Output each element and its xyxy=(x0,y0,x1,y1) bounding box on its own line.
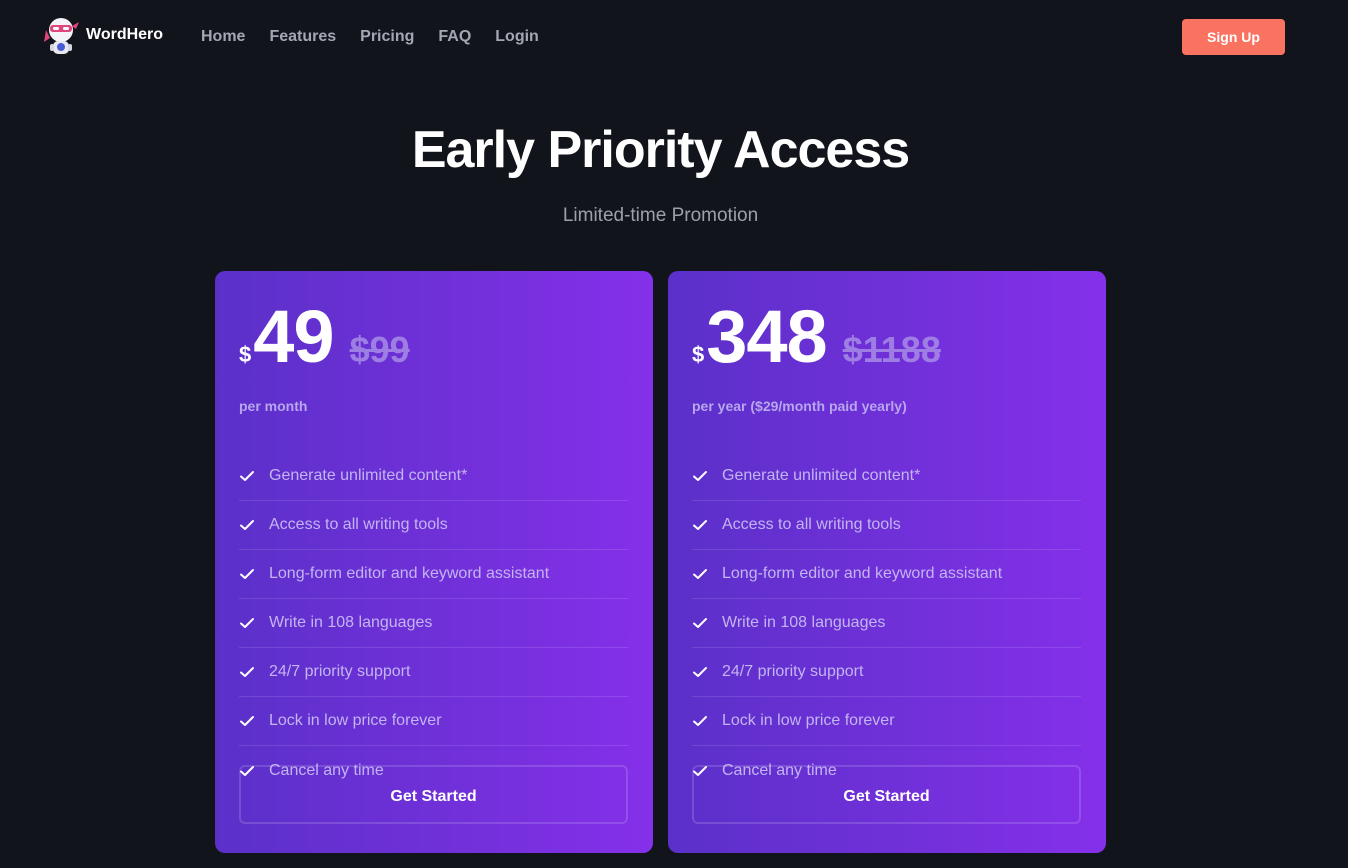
currency-symbol: $ xyxy=(692,342,705,367)
top-navbar: WordHero Home Features Pricing FAQ Login… xyxy=(0,0,1348,75)
nav-link-home[interactable]: Home xyxy=(201,27,245,47)
brand-name: WordHero xyxy=(86,26,164,43)
page-title: Early Priority Access xyxy=(411,121,910,179)
feature-list: Generate unlimited content* Access to al… xyxy=(239,452,628,795)
check-icon xyxy=(693,667,707,677)
check-icon xyxy=(240,716,254,726)
pricing-card-yearly: $ 348 $1188 per year ($29/month paid yea… xyxy=(668,271,1106,853)
nav-link-login[interactable]: Login xyxy=(495,27,539,47)
get-started-button[interactable]: Get Started xyxy=(239,765,628,824)
feature-item: Access to all writing tools xyxy=(239,501,628,550)
feature-item: Write in 108 languages xyxy=(239,599,628,648)
check-icon xyxy=(693,471,707,481)
check-icon xyxy=(240,569,254,579)
price-row: $ 348 $1188 xyxy=(692,297,941,377)
brand-logo[interactable]: WordHero xyxy=(42,16,163,58)
check-icon xyxy=(240,520,254,530)
feature-item: Lock in low price forever xyxy=(239,697,628,746)
price-value: 49 xyxy=(253,295,334,378)
nav-links: Home Features Pricing FAQ Login xyxy=(201,27,539,47)
feature-text: Access to all writing tools xyxy=(269,516,448,533)
feature-text: Long-form editor and keyword assistant xyxy=(722,565,1003,582)
price-value: 348 xyxy=(706,295,827,378)
feature-text: Generate unlimited content* xyxy=(722,467,921,484)
check-icon xyxy=(693,618,707,628)
feature-text: 24/7 priority support xyxy=(722,663,864,680)
currency-symbol: $ xyxy=(239,342,252,367)
check-icon xyxy=(240,618,254,628)
check-icon xyxy=(693,716,707,726)
page-subtitle: Limited-time Promotion xyxy=(562,205,759,226)
feature-text: 24/7 priority support xyxy=(269,663,411,680)
ninja-robot-icon xyxy=(44,18,79,54)
feature-item: 24/7 priority support xyxy=(239,648,628,697)
feature-item: 24/7 priority support xyxy=(692,648,1081,697)
sign-up-button[interactable]: Sign Up xyxy=(1182,19,1285,55)
feature-text: Write in 108 languages xyxy=(269,614,433,631)
billing-period: per year ($29/month paid yearly) xyxy=(692,398,907,414)
feature-item: Generate unlimited content* xyxy=(239,452,628,501)
feature-item: Long-form editor and keyword assistant xyxy=(239,550,628,599)
old-price: $1188 xyxy=(842,329,941,370)
feature-list: Generate unlimited content* Access to al… xyxy=(692,452,1081,795)
feature-item: Long-form editor and keyword assistant xyxy=(692,550,1081,599)
check-icon xyxy=(693,569,707,579)
feature-item: Lock in low price forever xyxy=(692,697,1081,746)
feature-text: Write in 108 languages xyxy=(722,614,886,631)
get-started-button[interactable]: Get Started xyxy=(692,765,1081,824)
feature-item: Access to all writing tools xyxy=(692,501,1081,550)
nav-link-faq[interactable]: FAQ xyxy=(438,27,471,47)
feature-text: Access to all writing tools xyxy=(722,516,901,533)
check-icon xyxy=(240,667,254,677)
pricing-card-monthly: $ 49 $99 per month Generate unlimited co… xyxy=(215,271,653,853)
billing-period: per month xyxy=(239,398,308,414)
feature-text: Lock in low price forever xyxy=(722,712,895,729)
feature-text: Generate unlimited content* xyxy=(269,467,468,484)
check-icon xyxy=(240,471,254,481)
check-icon xyxy=(693,520,707,530)
old-price: $99 xyxy=(349,329,410,370)
nav-link-pricing[interactable]: Pricing xyxy=(360,27,414,47)
feature-text: Long-form editor and keyword assistant xyxy=(269,565,550,582)
price-row: $ 49 $99 xyxy=(239,297,410,377)
feature-item: Write in 108 languages xyxy=(692,599,1081,648)
feature-text: Lock in low price forever xyxy=(269,712,442,729)
feature-item: Generate unlimited content* xyxy=(692,452,1081,501)
nav-link-features[interactable]: Features xyxy=(269,27,336,47)
